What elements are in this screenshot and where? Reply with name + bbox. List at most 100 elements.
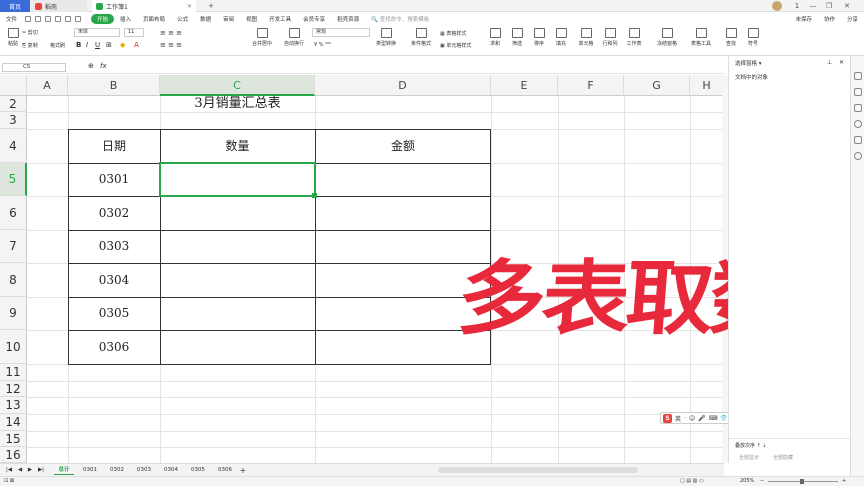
table-tools-button[interactable]: 表格工具	[686, 25, 716, 47]
find-button[interactable]: 查找	[720, 25, 742, 47]
date-cell[interactable]: 0304	[68, 263, 160, 297]
row-header-6[interactable]: 6	[0, 196, 27, 230]
bold-button[interactable]: B	[76, 41, 81, 49]
col-header-g[interactable]: G	[624, 75, 690, 96]
menu-view[interactable]: 视图	[240, 15, 263, 23]
menu-developer[interactable]: 开发工具	[263, 15, 297, 23]
ime-lang[interactable]: 英	[675, 414, 681, 423]
keyboard-icon[interactable]: ⌨	[709, 415, 718, 422]
open-icon[interactable]	[35, 15, 42, 22]
menu-page-layout[interactable]: 页面布局	[137, 15, 171, 23]
col-header-d[interactable]: D	[315, 75, 491, 96]
copy-button[interactable]: ⎘ 复制	[22, 42, 38, 49]
avatar[interactable]	[772, 1, 782, 11]
filter-button[interactable]: 筛选	[506, 25, 528, 47]
menu-file[interactable]: 文件	[0, 15, 23, 23]
share-button[interactable]: 分享	[841, 15, 864, 23]
skin-icon[interactable]: 👕	[720, 415, 727, 422]
menu-data[interactable]: 数据	[194, 15, 217, 23]
row-col-button[interactable]: 行和列	[598, 25, 622, 47]
table-style-button[interactable]: ▦ 表格样式	[440, 30, 466, 37]
zoom-in-icon[interactable]: +	[842, 478, 846, 484]
pin-icon[interactable]: ⊥	[827, 59, 832, 66]
close-window-button[interactable]: ✕	[840, 0, 854, 12]
date-cell[interactable]: 0305	[68, 297, 160, 330]
print-icon[interactable]	[45, 15, 52, 22]
next-sheet-icon[interactable]: ▶	[26, 466, 34, 475]
col-header-b[interactable]: B	[68, 75, 160, 96]
fill-handle[interactable]	[312, 193, 317, 198]
row-header-5[interactable]: 5	[0, 163, 27, 196]
help-icon[interactable]	[854, 120, 862, 128]
punctuation-icon[interactable]: ·	[684, 415, 686, 422]
underline-button[interactable]: U	[95, 41, 100, 49]
save-icon[interactable]	[25, 15, 32, 22]
number-format-select[interactable]: 常规	[312, 28, 370, 37]
row-header-13[interactable]: 13	[0, 397, 27, 414]
date-cell[interactable]: 0301	[68, 163, 160, 196]
move-down-icon[interactable]: ↓	[762, 443, 766, 449]
row-header-14[interactable]: 14	[0, 414, 27, 431]
align-top-icon[interactable]: ≡ ≡ ≡	[160, 29, 182, 37]
type-convert-button[interactable]: 类型转换	[372, 25, 400, 47]
unsaved-status[interactable]: 未保存	[789, 15, 818, 23]
sheet-tab-0304[interactable]: 0304	[161, 466, 181, 475]
undo-icon[interactable]	[65, 15, 72, 22]
cursor-icon[interactable]	[854, 72, 862, 80]
view-mode-icons[interactable]: ▢ ▤ ▥ ▭	[680, 478, 704, 484]
conditional-format-button[interactable]: 条件格式	[406, 25, 436, 47]
last-sheet-icon[interactable]: ▶|	[36, 466, 46, 475]
font-name-select[interactable]: 宋体	[74, 28, 120, 37]
row-header-3[interactable]: 3	[0, 112, 27, 129]
italic-button[interactable]: I	[86, 41, 88, 49]
sheet-tab-0305[interactable]: 0305	[188, 466, 208, 475]
select-all-corner[interactable]	[0, 75, 27, 96]
tab-home[interactable]: 首页	[0, 0, 30, 12]
row-header-10[interactable]: 10	[0, 330, 27, 364]
property-icon[interactable]	[854, 88, 862, 96]
zoom-slider-thumb[interactable]	[800, 479, 804, 484]
sheet-tab-0301[interactable]: 0301	[80, 466, 100, 475]
emoji-icon[interactable]: ☺	[689, 415, 695, 422]
add-sheet-button[interactable]: +	[238, 466, 248, 475]
sheet-tab-total[interactable]: 总计	[54, 466, 74, 475]
cell-button[interactable]: 单元格	[574, 25, 598, 47]
tab-docer[interactable]: 稻壳	[31, 0, 87, 12]
hide-all-button[interactable]: 全部隐藏	[773, 454, 793, 461]
fill-button[interactable]: 填充	[550, 25, 572, 47]
col-header-c[interactable]: C	[160, 75, 315, 96]
freeze-panes-button[interactable]: 冻结窗格	[652, 25, 682, 47]
restore-button[interactable]: ❐	[822, 0, 836, 12]
close-tab-icon[interactable]: ✕	[187, 3, 192, 10]
sheet-tab-0302[interactable]: 0302	[107, 466, 127, 475]
menu-member[interactable]: 会员专享	[297, 15, 331, 23]
percent-icon[interactable]: ¥ % ⁰⁰⁰	[314, 42, 331, 48]
col-header-a[interactable]: A	[27, 75, 68, 96]
sum-button[interactable]: 求和	[484, 25, 506, 47]
selection-pane-title[interactable]: 选择窗格 ▾	[735, 59, 762, 67]
mic-icon[interactable]: 🎤	[698, 415, 705, 422]
sort-button[interactable]: 排序	[528, 25, 550, 47]
zoom-formula-icon[interactable]: ⊕	[88, 62, 94, 70]
redo-icon[interactable]	[75, 15, 82, 22]
date-cell[interactable]: 0303	[68, 230, 160, 263]
row-header-11[interactable]: 11	[0, 364, 27, 381]
formula-input[interactable]	[114, 61, 722, 72]
header-amount[interactable]: 金额	[315, 129, 491, 163]
collaborate-button[interactable]: 协作	[818, 15, 841, 23]
col-header-f[interactable]: F	[558, 75, 624, 96]
minimize-button[interactable]: —	[806, 0, 820, 12]
col-header-h[interactable]: H	[690, 75, 724, 96]
show-all-button[interactable]: 全部显示	[739, 454, 759, 461]
sheet-tab-0303[interactable]: 0303	[134, 466, 154, 475]
menu-insert[interactable]: 插入	[114, 15, 137, 23]
row-header-4[interactable]: 4	[0, 129, 27, 163]
format-painter-button[interactable]: 格式刷	[50, 42, 65, 49]
row-header-9[interactable]: 9	[0, 297, 27, 330]
menu-start[interactable]: 开始	[91, 13, 115, 24]
location-icon[interactable]	[854, 152, 862, 160]
close-pane-icon[interactable]: ✕	[839, 59, 844, 66]
menu-formula[interactable]: 公式	[171, 15, 194, 23]
row-header-16[interactable]: 16	[0, 447, 27, 463]
border-icon[interactable]: ⊞	[106, 41, 112, 49]
